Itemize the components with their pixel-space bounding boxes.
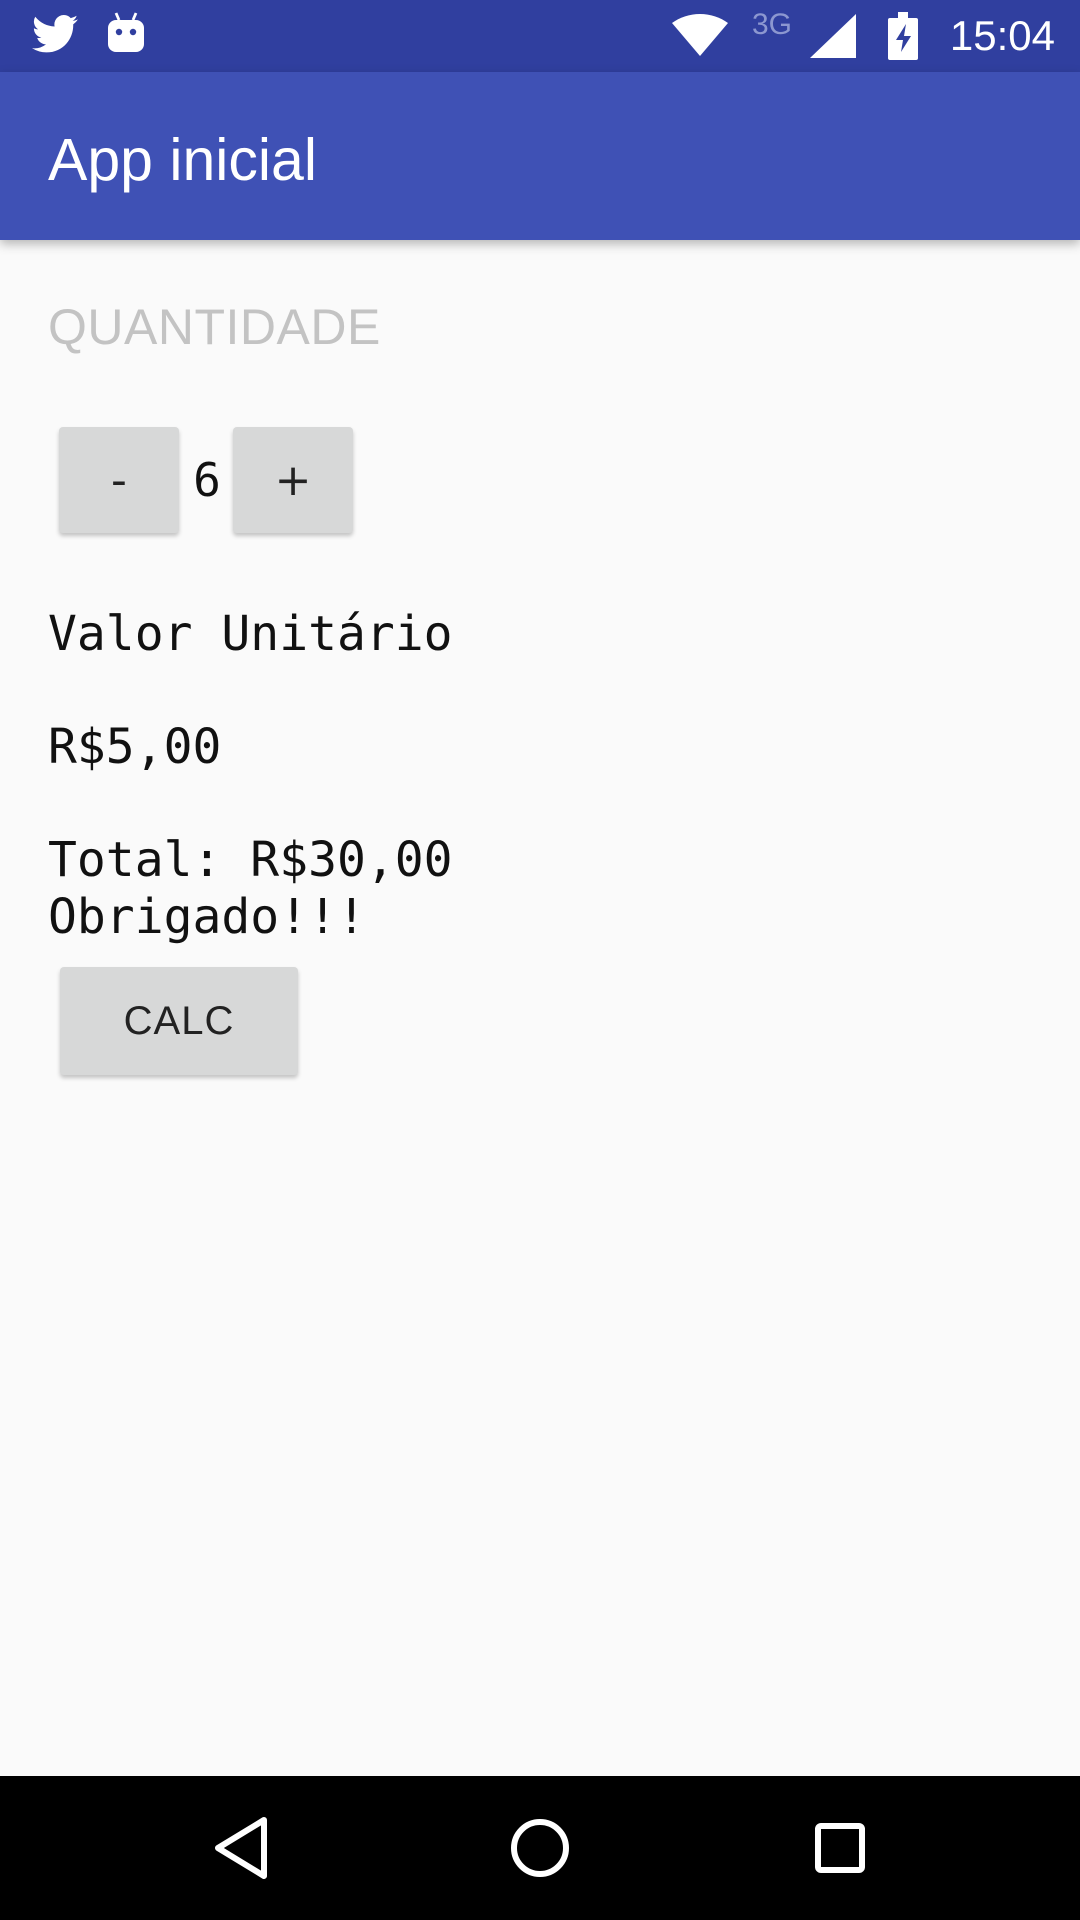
navigation-bar [0,1776,1080,1920]
quantity-value: 6 [193,453,221,507]
decrement-button[interactable]: - [59,427,179,533]
back-icon[interactable] [212,1816,268,1880]
status-bar: 3G 15:04 [0,0,1080,72]
home-icon[interactable] [510,1818,570,1878]
increment-button[interactable]: + [233,427,353,533]
network-type-label: 3G [752,8,793,41]
quantity-label: QUANTIDADE [48,299,381,355]
total-text: Total: R$30,00 [48,832,453,888]
calc-button[interactable]: CALC [60,967,298,1075]
android-icon [108,12,144,52]
unit-price-label: Valor Unitário [48,606,453,662]
wifi-icon [672,14,728,56]
app-title: App inicial [48,127,317,193]
recents-icon[interactable] [814,1822,866,1874]
status-time: 15:04 [949,12,1055,59]
thanks-message: Obrigado!!! [48,889,366,945]
app-bar: App inicial [0,72,1080,240]
unit-price-value: R$5,00 [48,719,222,775]
battery-charging-icon [888,12,918,60]
twitter-icon [32,15,78,53]
signal-icon [810,14,856,58]
